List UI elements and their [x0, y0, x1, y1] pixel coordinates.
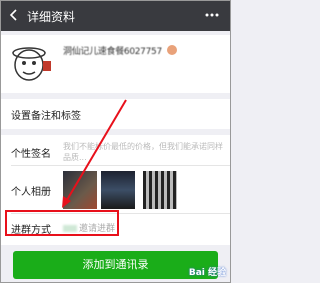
remark-tag-row[interactable]: 设置备注和标签 [1, 99, 230, 129]
gender-icon [167, 45, 177, 55]
signature-text: 我们不能标价最低的价格，但我们能承诺同样品质... [63, 142, 223, 162]
album-photo-qr[interactable] [143, 171, 177, 209]
album-label: 个人相册 [11, 187, 51, 198]
avatar[interactable] [9, 41, 55, 87]
album-photo[interactable] [63, 171, 97, 209]
remark-tag-label: 设置备注和标签 [11, 111, 81, 122]
album-thumbnails[interactable] [63, 171, 213, 209]
add-contact-button[interactable]: 添加到通讯录 [13, 251, 218, 279]
divider [11, 165, 230, 166]
top-bar: 详细资料 [1, 1, 230, 31]
page-title: 详细资料 [27, 10, 76, 24]
profile-screen: 详细资料 洞仙记儿速食餐6027757 设置备注和标签 个性签名 我们不能标价最… [0, 0, 231, 283]
album-photo[interactable] [101, 171, 135, 209]
watermark: Bai 经验 [188, 268, 226, 278]
signature-label: 个性签名 [11, 149, 51, 160]
highlight-box [5, 210, 119, 236]
back-arrow-icon[interactable] [9, 9, 17, 21]
nickname: 洞仙记儿速食餐6027757 [63, 47, 162, 57]
profile-card: 洞仙记儿速食餐6027757 [1, 35, 230, 93]
more-icon[interactable] [204, 7, 220, 23]
